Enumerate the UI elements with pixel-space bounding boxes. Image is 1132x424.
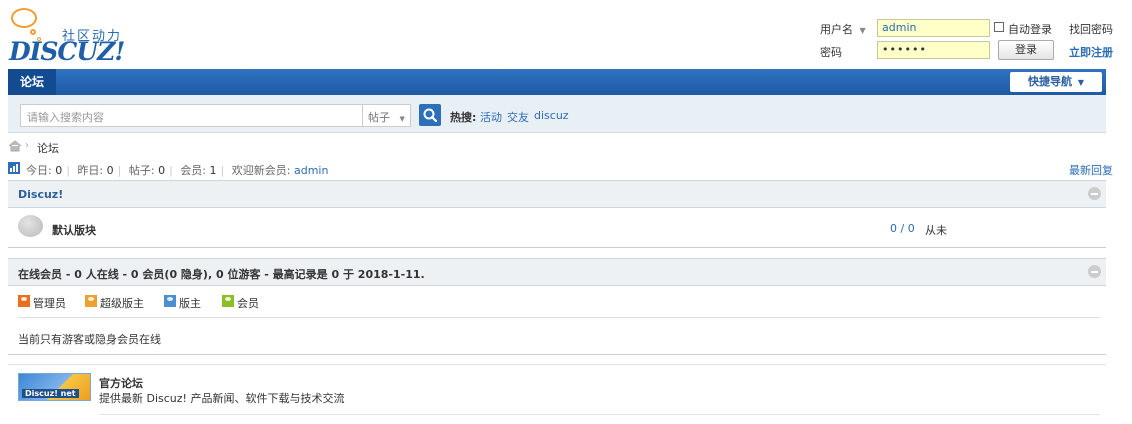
legend-member: 会员: [237, 297, 259, 310]
hot-search-link[interactable]: discuz: [534, 109, 569, 122]
friend-link-description: 提供最新 Discuz! 产品新闻、软件下载与技术交流: [99, 392, 345, 405]
search-input[interactable]: 请输入搜索内容: [20, 104, 363, 127]
online-title[interactable]: 在线会员 - 0 人在线 - 0 会员(0 隐身), 0 位游客 - 最高记录是…: [18, 266, 425, 282]
logo-dot-icon: [30, 29, 36, 35]
latest-replies-link[interactable]: 最新回复: [1069, 162, 1113, 178]
register-link[interactable]: 立即注册: [1069, 44, 1113, 60]
yesterday-count: 0: [106, 164, 114, 177]
divider: |: [117, 164, 122, 177]
online-message: 当前只有游客或隐身会员在线: [18, 333, 161, 346]
auto-login-label[interactable]: 自动登录: [1008, 21, 1052, 37]
forum-stats: 今日: 0 | 昨日: 0 | 帖子: 0 | 会员: 1 | 欢迎新会员: admin: [26, 162, 328, 178]
divider: |: [66, 164, 70, 177]
search-icon: [423, 108, 438, 123]
quick-nav-button[interactable]: 快捷导航 ▼: [1010, 72, 1102, 92]
hot-search-label: 热搜:: [450, 111, 477, 124]
logo-bubble-icon: [11, 8, 37, 28]
search-button[interactable]: [419, 104, 441, 126]
divider: [99, 414, 1100, 415]
chevron-down-icon: ▼: [859, 26, 866, 35]
divider: [8, 247, 1106, 248]
divider: |: [169, 164, 173, 177]
stats-chart-icon: [8, 162, 20, 174]
forum-bubble-icon: [18, 215, 43, 237]
admin-user-icon: [18, 295, 30, 307]
moderator-icon: [164, 295, 176, 307]
collapse-icon[interactable]: [1088, 187, 1101, 200]
forum-name-link[interactable]: 默认版块: [52, 222, 96, 238]
password-input[interactable]: ••••••: [877, 41, 990, 59]
members-count: 1: [209, 164, 217, 177]
posts-label: 帖子:: [128, 164, 155, 177]
breadcrumb-separator-icon: ›: [25, 140, 29, 151]
friend-link-logo-text: Discuz! net: [22, 389, 79, 398]
category-header: [8, 180, 1106, 208]
search-type-select[interactable]: 帖子 ▼: [362, 104, 411, 127]
members-label: 会员:: [180, 164, 207, 177]
friend-link-title[interactable]: 官方论坛: [99, 375, 143, 391]
quick-nav-label: 快捷导航: [1028, 75, 1072, 88]
username-label[interactable]: 用户名 ▼: [820, 21, 866, 37]
welcome-label: 欢迎新会员:: [231, 164, 291, 177]
legend-admin: 管理员: [33, 297, 66, 310]
home-icon[interactable]: [8, 140, 22, 152]
search-type-value: 帖子: [368, 111, 390, 124]
login-button[interactable]: 登录: [998, 40, 1054, 60]
divider: [8, 354, 1106, 355]
hot-search-link[interactable]: 交友: [507, 109, 529, 125]
divider: [8, 364, 1106, 365]
logo-wordmark[interactable]: DISCUZ!: [9, 37, 125, 66]
friend-link-logo[interactable]: Discuz! net: [18, 373, 91, 401]
today-label: 今日:: [26, 164, 52, 177]
divider: |: [220, 164, 225, 177]
username-input[interactable]: admin: [877, 19, 990, 37]
chevron-down-icon: ▼: [399, 115, 405, 123]
forum-topic-post-count: 0 / 0: [890, 222, 915, 235]
super-moderator-icon: [85, 295, 97, 307]
password-label: 密码: [820, 46, 842, 59]
today-count: 0: [55, 164, 63, 177]
nav-tab-forum[interactable]: 论坛: [8, 69, 56, 95]
legend-super-moderator: 超级版主: [100, 297, 144, 310]
auto-login-checkbox[interactable]: [994, 22, 1004, 32]
member-icon: [222, 295, 234, 307]
legend-moderator: 版主: [179, 297, 201, 310]
forgot-password-link[interactable]: 找回密码: [1069, 21, 1113, 37]
collapse-icon[interactable]: [1088, 265, 1101, 278]
hot-search-link[interactable]: 活动: [480, 109, 502, 125]
forum-last-post: 从未: [925, 224, 947, 237]
divider: [18, 317, 1100, 318]
yesterday-label: 昨日:: [77, 164, 104, 177]
newest-member-link[interactable]: admin: [294, 164, 328, 177]
posts-count: 0: [158, 164, 166, 177]
caret-down-icon: ▼: [1077, 78, 1084, 87]
breadcrumb-current[interactable]: 论坛: [37, 140, 59, 156]
main-nav-bar: [8, 69, 1106, 95]
category-title[interactable]: Discuz!: [18, 188, 63, 201]
username-label-text: 用户名: [820, 23, 853, 36]
